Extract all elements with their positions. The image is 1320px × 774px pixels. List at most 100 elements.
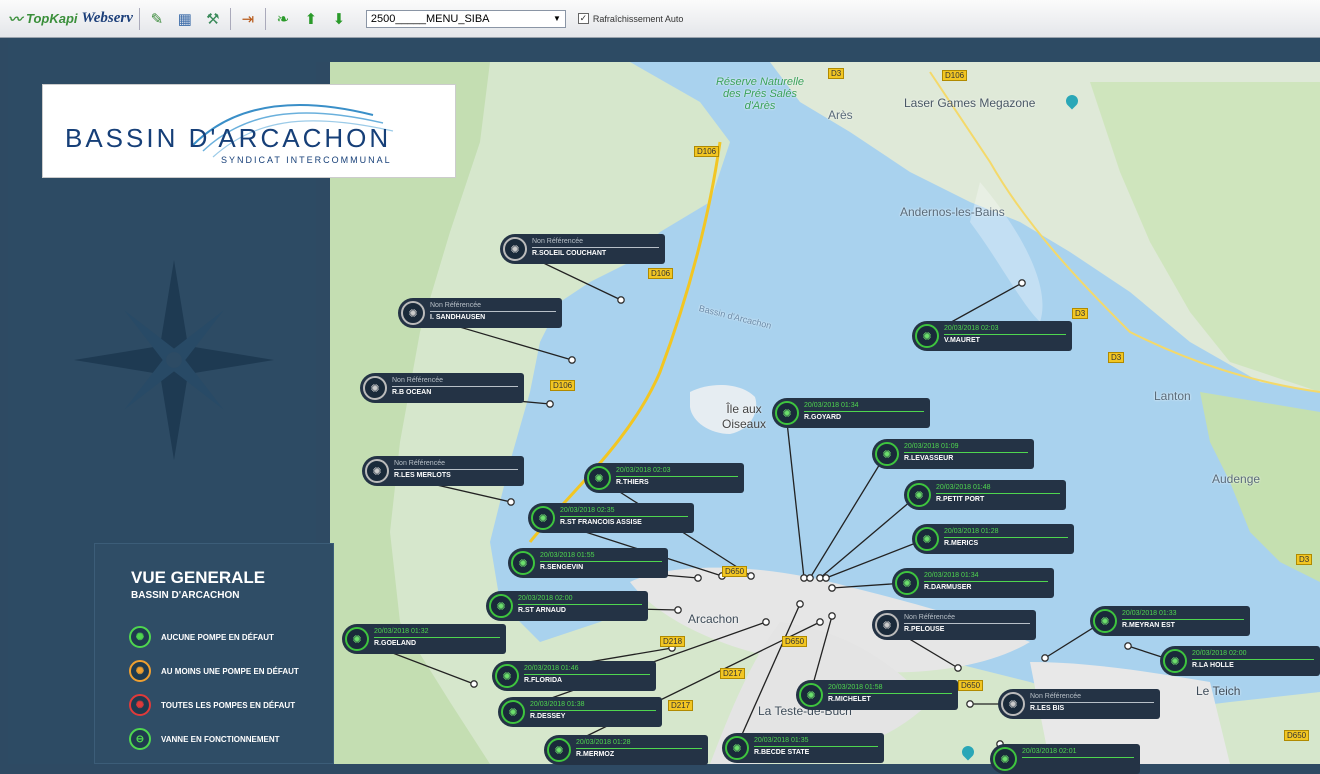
pump-icon: ✺	[775, 401, 799, 425]
station-panel[interactable]: ✺ 20/03/2018 01:28 R.MERMOZ	[544, 735, 708, 765]
pump-icon: ✺	[725, 736, 749, 760]
station-panel[interactable]: ✺ Non Référencée R.LES MERLOTS	[362, 456, 524, 486]
station-panel[interactable]: ✺ 20/03/2018 01:48 R.PETIT PORT	[904, 480, 1066, 510]
station-panel[interactable]: ✺ Non Référencée R.B OCEAN	[360, 373, 524, 403]
station-panel[interactable]: ✺ Non Référencée R.PELOUSE	[872, 610, 1036, 640]
leaf-icon[interactable]: ❧	[272, 8, 294, 30]
station-point[interactable]	[796, 600, 804, 608]
exit-icon[interactable]: ⇥	[237, 8, 259, 30]
logo-subtitle: SYNDICAT INTERCOMMUNAL	[221, 155, 392, 165]
station-point[interactable]	[507, 498, 515, 506]
pump-icon: ✺	[895, 571, 919, 595]
legend-item-label: AUCUNE POMPE EN DÉFAUT	[161, 632, 274, 642]
station-name: R.SENGEVIN	[540, 564, 584, 571]
station-name: R.DESSEY	[530, 713, 566, 720]
station-point[interactable]	[568, 356, 576, 364]
station-point[interactable]	[1041, 654, 1049, 662]
station-panel[interactable]: ✺ 20/03/2018 01:33 R.MEYRAN EST	[1090, 606, 1250, 636]
auto-refresh[interactable]: ✓ Rafraîchissement Auto	[577, 13, 684, 24]
station-date: 20/03/2018 01:48	[936, 483, 1060, 494]
station-panel[interactable]: ✺ 20/03/2018 02:03 R.THIERS	[584, 463, 744, 493]
station-point[interactable]	[1018, 279, 1026, 287]
road-label: D3	[1072, 308, 1089, 319]
station-name: R.MICHELET	[828, 696, 871, 703]
station-name: R.FLORIDA	[524, 677, 563, 684]
legend-item: ✺ TOUTES LES POMPES EN DÉFAUT	[129, 694, 295, 716]
map-frame	[316, 38, 1320, 62]
station-point[interactable]	[816, 618, 824, 626]
station-point[interactable]	[822, 574, 830, 582]
station-panel[interactable]: ✺ 20/03/2018 02:00 R.ST ARNAUD	[486, 591, 648, 621]
station-name: R.LA HOLLE	[1192, 662, 1234, 669]
station-date: Non Référencée	[1030, 692, 1154, 703]
station-date: 20/03/2018 01:28	[944, 527, 1068, 538]
station-point[interactable]	[1124, 642, 1132, 650]
station-panel[interactable]: ✺ 20/03/2018 02:01	[990, 744, 1140, 774]
place-reserve: Réserve Naturelle des Prés Salés d'Arès	[715, 76, 805, 112]
station-panel[interactable]: ✺ 20/03/2018 01:34 R.DARMUSER	[892, 568, 1054, 598]
station-date: 20/03/2018 01:58	[828, 683, 952, 694]
auto-refresh-label: Rafraîchissement Auto	[592, 13, 684, 24]
station-panel[interactable]: ✺ Non Référencée R.SOLEIL COUCHANT	[500, 234, 665, 264]
station-panel[interactable]: ✺ 20/03/2018 01:38 R.DESSEY	[498, 697, 662, 727]
wave-icon: 〰	[8, 10, 22, 27]
arrow-down-icon[interactable]: ⬇	[328, 8, 350, 30]
station-point[interactable]	[828, 584, 836, 592]
station-point[interactable]	[954, 664, 962, 672]
toolbar-separator	[138, 7, 140, 30]
station-panel[interactable]: ✺ Non Référencée R.LES BIS	[998, 689, 1160, 719]
tools-icon[interactable]: ⚒	[202, 8, 224, 30]
road-label: D3	[828, 68, 845, 79]
pump-icon: ✺	[915, 527, 939, 551]
pump-icon: ✺	[1093, 609, 1117, 633]
station-panel[interactable]: ✺ 20/03/2018 01:28 R.MERICS	[912, 524, 1074, 554]
station-date: 20/03/2018 01:32	[374, 627, 500, 638]
station-panel[interactable]: ✺ 20/03/2018 01:32 R.GOELAND	[342, 624, 506, 654]
station-panel[interactable]: ✺ 20/03/2018 02:00 R.LA HOLLE	[1160, 646, 1320, 676]
station-date: Non Référencée	[532, 237, 659, 248]
arrow-up-icon[interactable]: ⬆	[300, 8, 322, 30]
station-panel[interactable]: ✺ 20/03/2018 01:46 R.FLORIDA	[492, 661, 656, 691]
station-date: 20/03/2018 02:01	[1022, 747, 1134, 758]
station-point[interactable]	[747, 572, 755, 580]
legend-item-label: AU MOINS UNE POMPE EN DÉFAUT	[161, 666, 299, 676]
pump-icon: ✺	[345, 627, 369, 651]
pump-partial-fault-icon: ✺	[129, 660, 151, 682]
pump-icon: ✺	[587, 466, 611, 490]
auto-refresh-checkbox[interactable]: ✓	[577, 13, 589, 24]
station-date: 20/03/2018 02:03	[616, 466, 738, 477]
station-point[interactable]	[694, 574, 702, 582]
station-point[interactable]	[546, 400, 554, 408]
edit-icon[interactable]: ✎	[146, 8, 168, 30]
station-panel[interactable]: ✺ Non Référencée I. SANDHAUSEN	[398, 298, 562, 328]
station-panel[interactable]: ✺ 20/03/2018 02:35 R.ST FRANCOIS ASSISE	[528, 503, 694, 533]
station-panel[interactable]: ✺ 20/03/2018 02:03 V.MAURET	[912, 321, 1072, 351]
station-panel[interactable]: ✺ 20/03/2018 01:34 R.GOYARD	[772, 398, 930, 428]
station-point[interactable]	[828, 612, 836, 620]
station-date: Non Référencée	[394, 459, 518, 470]
station-name: R.LEVASSEUR	[904, 455, 954, 462]
road-label: D106	[942, 70, 968, 81]
station-panel[interactable]: ✺ 20/03/2018 01:58 R.MICHELET	[796, 680, 958, 710]
pump-icon: ✺	[503, 237, 527, 261]
menu-select-value: 2500_____MENU_SIBA	[370, 12, 490, 25]
grid-icon[interactable]: ▦	[174, 8, 196, 30]
station-point[interactable]	[966, 700, 974, 708]
station-date: 20/03/2018 01:46	[524, 664, 650, 675]
station-point[interactable]	[470, 680, 478, 688]
station-panel[interactable]: ✺ 20/03/2018 01:09 R.LEVASSEUR	[872, 439, 1034, 469]
pump-fault-icon: ✺	[129, 694, 151, 716]
station-date: 20/03/2018 02:00	[518, 594, 642, 605]
station-panel[interactable]: ✺ 20/03/2018 01:55 R.SENGEVIN	[508, 548, 668, 578]
station-point[interactable]	[762, 618, 770, 626]
pump-icon: ✺	[363, 376, 387, 400]
menu-select[interactable]: 2500_____MENU_SIBA ▼	[365, 9, 566, 28]
station-point[interactable]	[617, 296, 625, 304]
station-point[interactable]	[806, 574, 814, 582]
station-point[interactable]	[674, 606, 682, 614]
station-panel[interactable]: ✺ 20/03/2018 01:35 R.BECDE STATE	[722, 733, 884, 763]
legend-item: ✺ AU MOINS UNE POMPE EN DÉFAUT	[129, 660, 299, 682]
legend-subtitle: BASSIN D'ARCACHON	[131, 590, 240, 601]
station-name: R.MERICS	[944, 540, 979, 547]
station-date: 20/03/2018 01:09	[904, 442, 1028, 453]
